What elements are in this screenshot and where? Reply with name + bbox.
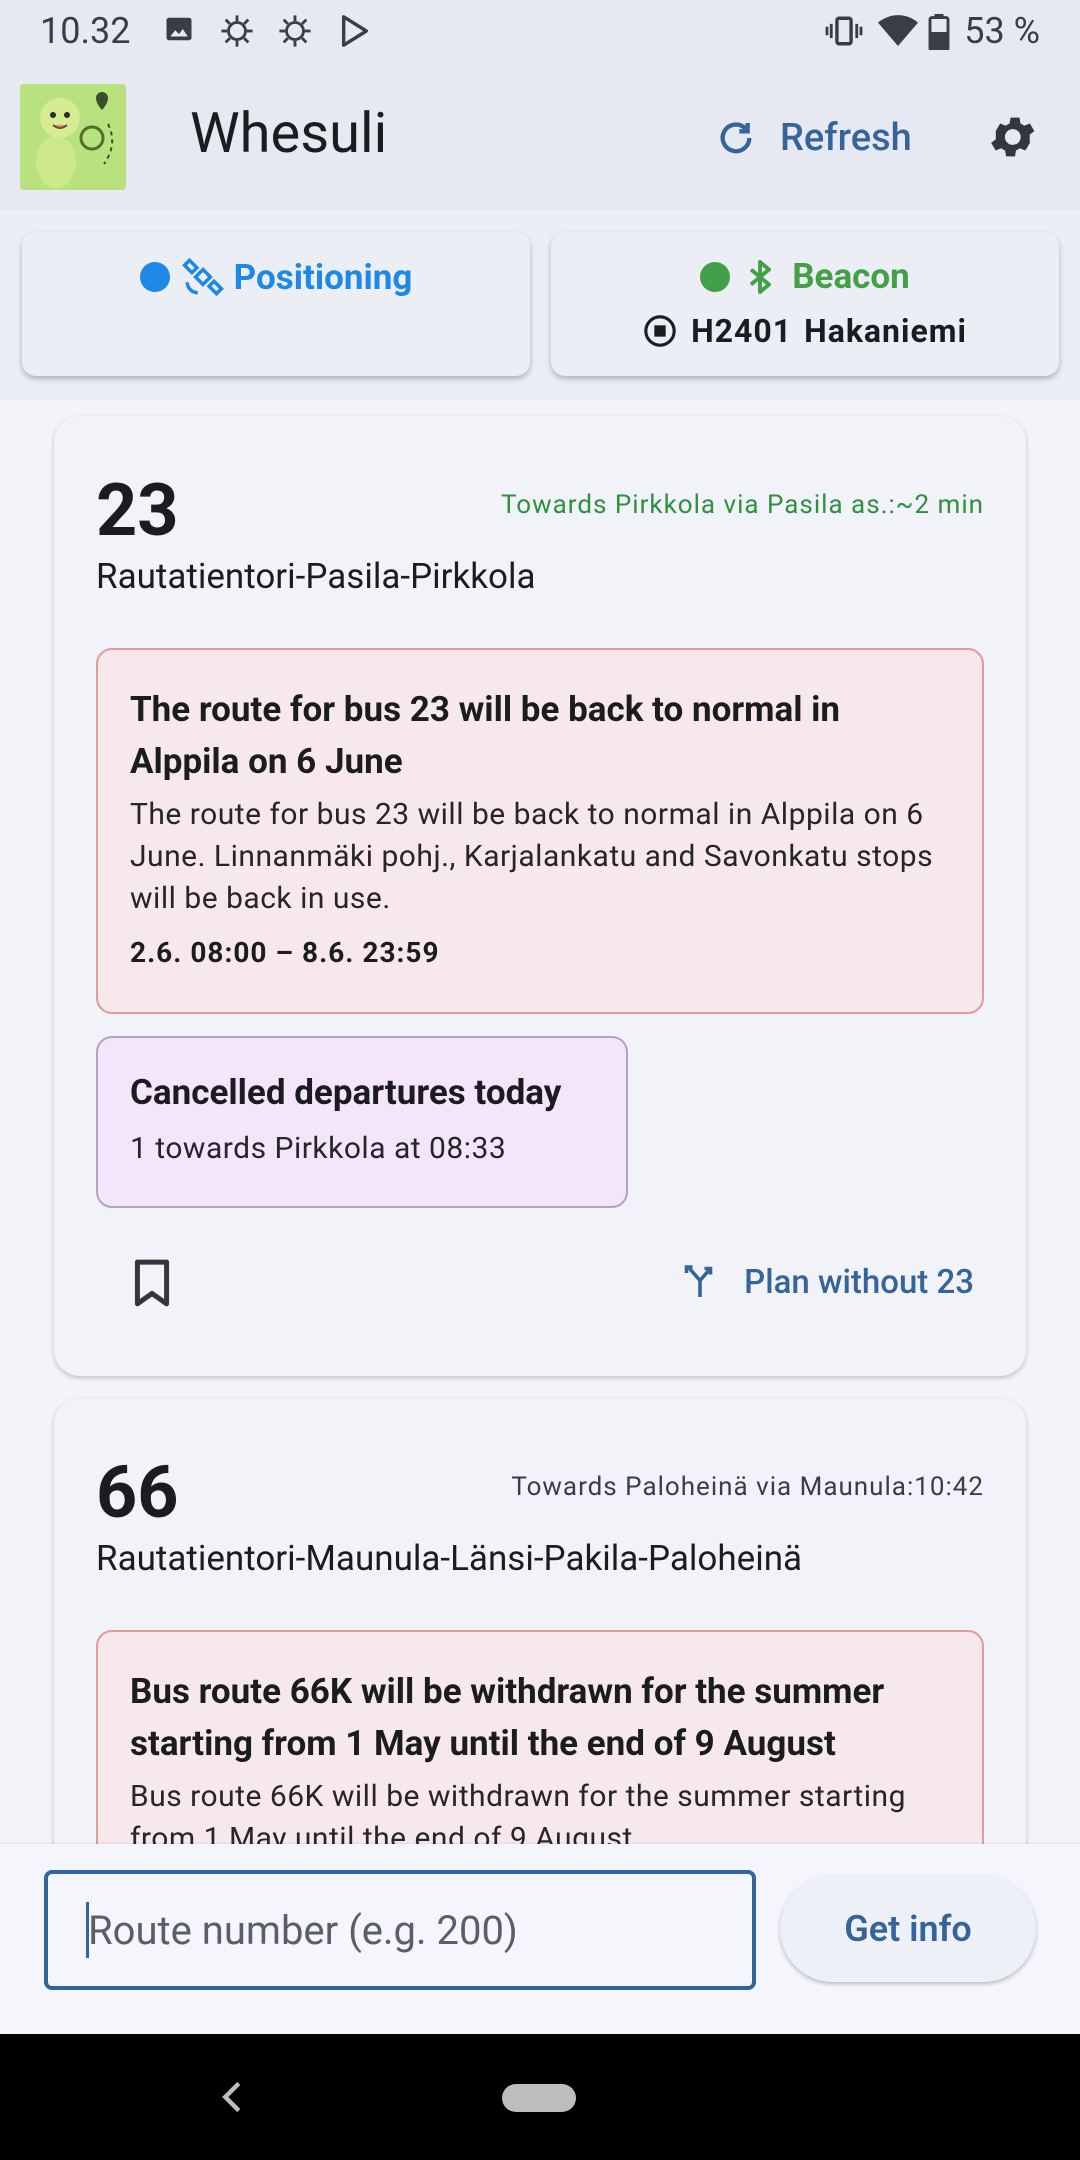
route-card: 23 Towards Pirkkola via Pasila as.:~2 mi… (54, 416, 1026, 1376)
cancelled-body: 1 towards Pirkkola at 08:33 (130, 1131, 507, 1166)
alert-validity: 2.6. 08:00 – 8.6. 23:59 (130, 936, 440, 969)
status-time: 10.32 (40, 10, 131, 52)
alert-title: The route for bus 23 will be back to nor… (130, 689, 841, 782)
cancelled-title: Cancelled departures today (130, 1072, 562, 1113)
battery-percentage: 53 % (964, 10, 1040, 52)
route-number-input[interactable]: Route number (e.g. 200) (44, 1870, 756, 1990)
settings-cog-icon (220, 14, 254, 52)
route-search-bar: Route number (e.g. 200) Get info (0, 1844, 1080, 2034)
stop-icon (644, 315, 676, 347)
route-number-placeholder: Route number (e.g. 200) (88, 1906, 518, 1954)
home-pill[interactable] (502, 2084, 576, 2112)
app-logo (20, 84, 126, 190)
beacon-status-dot (700, 261, 731, 292)
route-number: 66 (96, 1450, 179, 1535)
bookmark-icon (134, 1259, 170, 1307)
wifi-icon (878, 14, 918, 52)
refresh-icon (720, 122, 752, 154)
plan-without-route-button[interactable]: Plan without 23 (682, 1262, 974, 1302)
app-bar: Whesuli Refresh (0, 64, 1080, 210)
route-name: Rautatientori-Maunula-Länsi-Pakila-Paloh… (96, 1538, 803, 1579)
positioning-chip[interactable]: Positioning (22, 232, 530, 376)
beacon-label: Beacon (792, 256, 910, 297)
fork-route-icon (684, 1265, 713, 1297)
bluetooth-icon (749, 259, 772, 294)
cancelled-departures: Cancelled departures today 1 towards Pir… (96, 1036, 628, 1208)
image-icon (164, 14, 194, 48)
settings-button[interactable] (986, 110, 1040, 168)
app-title: Whesuli (190, 100, 388, 166)
back-button[interactable] (218, 2080, 246, 2118)
settings-cog-icon (278, 14, 312, 52)
refresh-button[interactable]: Refresh (716, 108, 912, 168)
play-store-icon (338, 14, 372, 52)
route-number: 23 (96, 468, 179, 553)
positioning-label: Positioning (233, 256, 413, 298)
beacon-chip[interactable]: Beacon H2401 Hakaniemi (551, 232, 1059, 376)
bookmark-button[interactable] (130, 1258, 174, 1312)
text-cursor (86, 1902, 89, 1958)
refresh-label: Refresh (780, 116, 912, 160)
back-chevron-icon (222, 2081, 241, 2113)
battery-icon (928, 14, 950, 54)
vibrate-icon (824, 14, 864, 52)
status-bar: 10.32 53 % (0, 0, 1080, 64)
beacon-stop-name: Hakaniemi (804, 312, 967, 350)
gear-icon (991, 117, 1035, 157)
next-departure: Towards Pirkkola via Pasila as.:~2 min (500, 490, 984, 520)
system-nav-bar (0, 2034, 1080, 2160)
disruption-alert: The route for bus 23 will be back to nor… (96, 648, 984, 1014)
get-info-button[interactable]: Get info (780, 1876, 1036, 1982)
alert-body: The route for bus 23 will be back to nor… (130, 797, 934, 916)
alert-title: Bus route 66K will be withdrawn for the … (130, 1671, 885, 1764)
positioning-status-dot (139, 262, 170, 292)
route-name: Rautatientori-Pasila-Pirkkola (96, 556, 536, 597)
next-departure: Towards Paloheinä via Maunula:10:42 (511, 1472, 984, 1502)
satellite-icon (181, 257, 224, 297)
plan-label: Plan without 23 (744, 1262, 974, 1302)
beacon-stop-code: H2401 (691, 312, 793, 350)
